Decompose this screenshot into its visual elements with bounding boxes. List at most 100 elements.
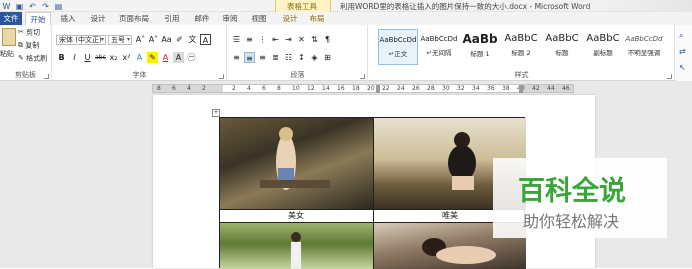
style-heading-2[interactable]: AaBbC 标题 2 — [501, 29, 541, 65]
highlight-icon[interactable]: ✎ — [147, 52, 158, 63]
table-move-handle-icon[interactable]: + — [212, 109, 220, 117]
text-effects-icon[interactable]: A — [134, 52, 145, 63]
change-case-icon[interactable]: Aa — [161, 34, 172, 45]
ruler-number: 10 — [292, 85, 300, 92]
horizontal-ruler[interactable]: 8642246810121416182022242628303234363840… — [152, 84, 574, 93]
style-normal[interactable]: AaBbCcDd ↵正文 — [378, 29, 418, 65]
grow-font-icon[interactable]: A˄ — [135, 34, 146, 45]
superscript-icon[interactable]: x² — [121, 52, 132, 63]
show-marks-icon[interactable]: ¶ — [322, 34, 333, 45]
save-icon[interactable]: ▣ — [15, 2, 24, 11]
character-border-icon[interactable]: A — [200, 34, 211, 45]
image-table[interactable]: 美女 唯美 — [219, 117, 526, 269]
table-cell-photo[interactable] — [220, 223, 373, 269]
align-tools: ≡ ≡ ≡ ≣ ☷ ↕ ◈ ⊞ — [231, 52, 333, 63]
column-marker-icon[interactable] — [519, 85, 523, 93]
font-size-select[interactable]: 五号 ▾ — [108, 35, 132, 45]
tab-page-layout[interactable]: 页面布局 — [116, 12, 152, 25]
clipboard-launcher-icon[interactable] — [44, 74, 49, 79]
tab-mailings[interactable]: 邮件 — [190, 12, 214, 25]
underline-icon[interactable]: U — [82, 52, 93, 63]
ruler-number: 44 — [547, 85, 555, 92]
paste-icon[interactable] — [2, 28, 16, 46]
bold-icon[interactable]: B — [56, 52, 67, 63]
multilevel-list-icon[interactable]: ⋮ — [257, 34, 268, 45]
strikethrough-icon[interactable]: abc — [95, 52, 106, 63]
style-subtitle[interactable]: AaBbC 副标题 — [583, 29, 623, 65]
tab-file[interactable]: 文件 — [0, 12, 22, 25]
align-center-icon[interactable]: ≡ — [244, 52, 255, 63]
context-tab-title: 表格工具 — [287, 2, 317, 11]
numbering-icon[interactable]: ≡ — [244, 34, 255, 45]
ruler-area: 8642246810121416182022242628303234363840… — [0, 81, 692, 95]
replace-icon[interactable]: ⇄ — [679, 47, 686, 56]
sort-icon[interactable]: ⇅ — [309, 34, 320, 45]
font-launcher-icon[interactable] — [219, 74, 224, 79]
select-icon[interactable]: ↖ — [679, 63, 686, 72]
ruler-number: 26 — [412, 85, 420, 92]
paste-button[interactable]: 粘贴 — [0, 50, 14, 59]
cut-button[interactable]: ✂ 剪切 — [18, 28, 40, 38]
format-painter-button[interactable]: ✎ 格式刷 — [18, 54, 47, 64]
ruler-number: 38 — [502, 85, 510, 92]
style-title[interactable]: AaBbC 标题 — [542, 29, 582, 65]
word-logo-icon: W — [2, 1, 11, 11]
justify-icon[interactable]: ≣ — [270, 52, 281, 63]
print-preview-icon[interactable]: ▤ — [54, 2, 63, 11]
subscript-icon[interactable]: x₂ — [108, 52, 119, 63]
copy-button[interactable]: ⧉ 复制 — [18, 41, 39, 51]
style-no-spacing[interactable]: AaBbCcDd ↵无间隔 — [419, 29, 459, 65]
tab-references[interactable]: 引用 — [160, 12, 184, 25]
tab-design[interactable]: 设计 — [86, 12, 110, 25]
shading-icon[interactable]: ◈ — [309, 52, 320, 63]
style-heading-1[interactable]: AaBb 标题 1 — [460, 29, 500, 65]
undo-icon[interactable]: ↶ — [28, 2, 37, 11]
style-sample: AaBbCcDd — [625, 35, 663, 43]
enclose-characters-icon[interactable]: ㊀ — [186, 52, 197, 63]
align-left-icon[interactable]: ≡ — [231, 52, 242, 63]
shrink-font-icon[interactable]: A˅ — [148, 34, 159, 45]
decrease-indent-icon[interactable]: ⇤ — [270, 34, 281, 45]
chevron-down-icon: ▾ — [126, 36, 130, 43]
copy-icon: ⧉ — [18, 41, 23, 49]
ribbon-tabs: 文件 开始 插入 设计 页面布局 引用 邮件 审阅 视图 设计 布局 — [0, 12, 692, 25]
character-shading-icon[interactable]: A — [173, 52, 184, 63]
styles-launcher-icon[interactable] — [667, 74, 672, 79]
brush-icon: ✎ — [18, 54, 24, 62]
tab-review[interactable]: 审阅 — [218, 12, 242, 25]
column-marker-icon[interactable] — [376, 85, 380, 93]
tab-table-layout[interactable]: 布局 — [305, 12, 329, 25]
clear-format-icon[interactable]: ✐ — [174, 34, 185, 45]
baike-watermark: 百科全说 助你轻松解决 — [493, 158, 667, 238]
style-sample: AaBbC — [504, 33, 538, 44]
tab-view[interactable]: 视图 — [247, 12, 271, 25]
find-icon[interactable]: ⌕ — [679, 31, 683, 41]
table-cell-photo[interactable] — [220, 118, 373, 209]
style-sample: AaBb — [462, 32, 498, 46]
bullets-icon[interactable]: ☰ — [231, 34, 242, 45]
style-subtle-emphasis[interactable]: AaBbCcDd 不明显强调 — [624, 29, 664, 65]
tab-table-design[interactable]: 设计 — [278, 12, 302, 25]
tab-home[interactable]: 开始 — [25, 12, 51, 25]
chinese-layout-icon[interactable]: ✕ — [296, 34, 307, 45]
line-spacing-icon[interactable]: ↕ — [296, 52, 307, 63]
style-name: 标题 — [555, 49, 569, 57]
redo-icon[interactable]: ↷ — [41, 2, 50, 11]
paragraph-launcher-icon[interactable] — [360, 74, 365, 79]
quick-access-toolbar: W ▣ ↶ ↷ ▤ — [2, 0, 63, 12]
watermark-logo: 百科全说 助你轻松解决 — [518, 175, 626, 231]
ruler-number: 2 — [202, 85, 206, 92]
copy-label: 复制 — [25, 41, 40, 50]
italic-icon[interactable]: I — [69, 52, 80, 63]
align-right-icon[interactable]: ≡ — [257, 52, 268, 63]
ruler-number: 8 — [277, 85, 281, 92]
font-name-select[interactable]: 宋体 (中文正) ▾ — [56, 35, 106, 45]
list-tools: ☰ ≡ ⋮ ⇤ ⇥ ✕ ⇅ ¶ — [231, 34, 333, 45]
distributed-icon[interactable]: ☷ — [283, 52, 294, 63]
phonetic-guide-icon[interactable]: 文 — [187, 34, 198, 45]
woman-photo — [291, 232, 301, 269]
tab-insert[interactable]: 插入 — [56, 12, 80, 25]
borders-icon[interactable]: ⊞ — [322, 52, 333, 63]
increase-indent-icon[interactable]: ⇥ — [283, 34, 294, 45]
font-color-icon[interactable]: A — [160, 52, 171, 63]
